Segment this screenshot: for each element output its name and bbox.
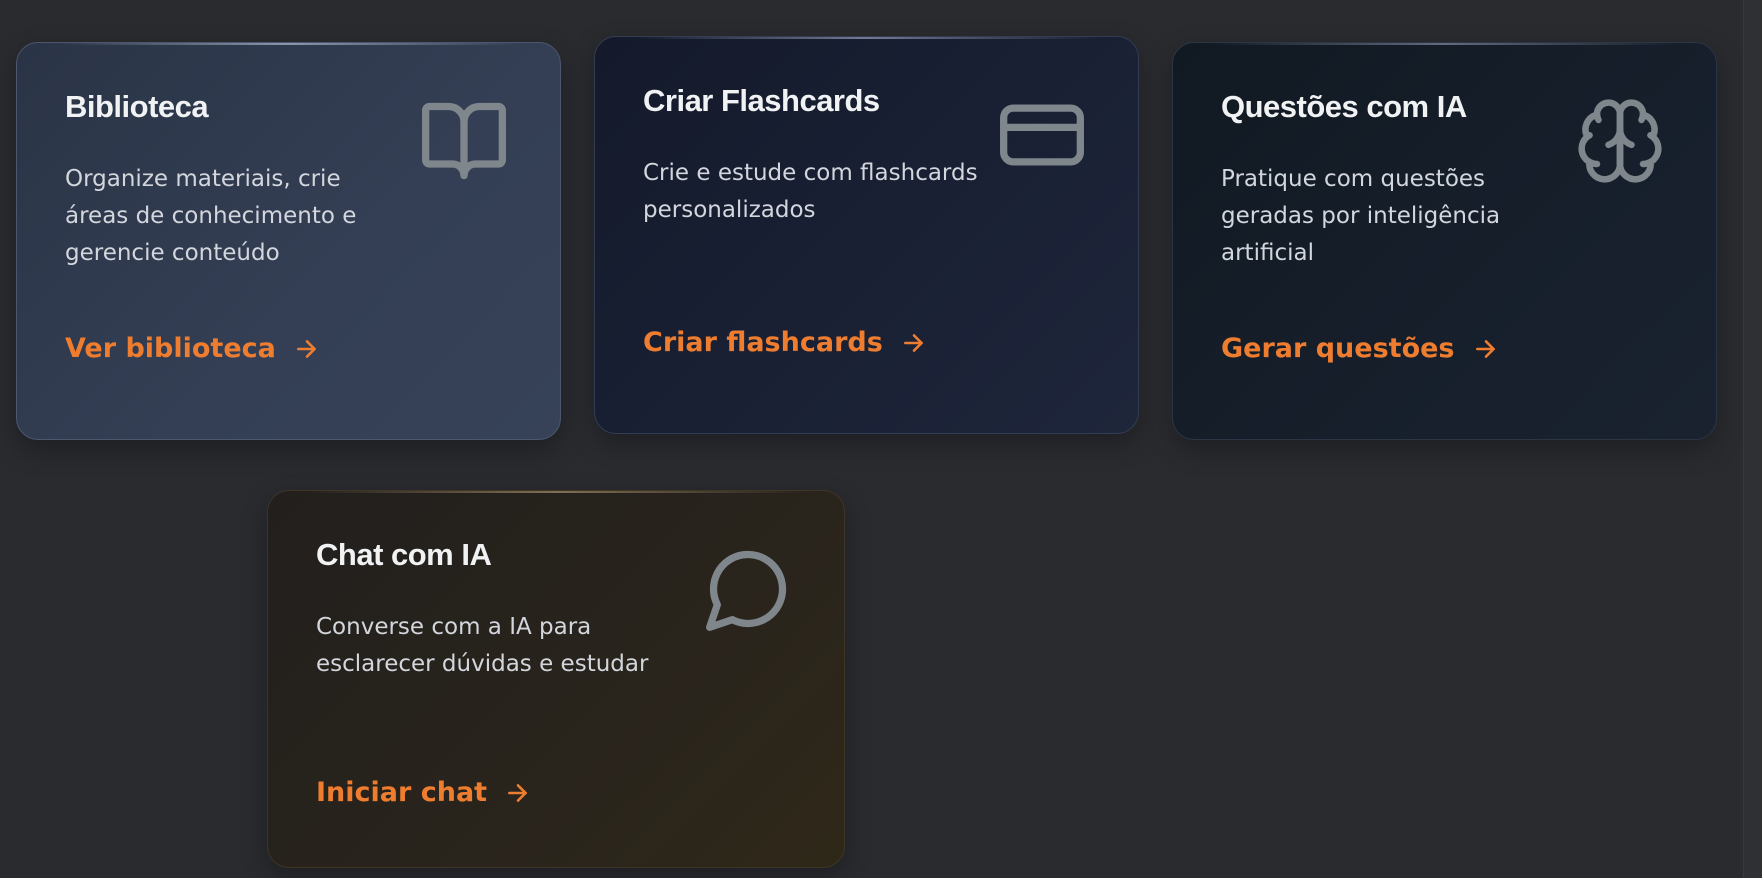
- book-open-icon: [418, 95, 510, 187]
- arrow-right-icon: [508, 783, 527, 802]
- arrow-right-icon: [296, 339, 316, 358]
- generate-questions-link[interactable]: Gerar questões: [1221, 333, 1499, 364]
- dashboard-page: Biblioteca Organize materiais, crie área…: [0, 0, 1762, 878]
- ai-questions-card[interactable]: Questões com IA Pratique com questões ge…: [1172, 42, 1717, 440]
- card-description: Crie e estude com flashcards personaliza…: [643, 160, 978, 223]
- library-card[interactable]: Biblioteca Organize materiais, crie área…: [16, 42, 561, 440]
- card-title: Chat com IA: [316, 537, 492, 572]
- card-action-label: Criar flashcards: [643, 327, 883, 358]
- card-description: Organize materiais, crie áreas de conhec…: [65, 166, 357, 266]
- arrow-right-icon: [903, 333, 923, 352]
- flashcards-card[interactable]: Criar Flashcards Crie e estude com flash…: [594, 36, 1139, 434]
- message-circle-icon: [702, 543, 794, 635]
- brain-icon: [1574, 95, 1666, 187]
- card-action-label: Iniciar chat: [316, 777, 488, 808]
- card-title: Criar Flashcards: [643, 83, 880, 118]
- credit-card-icon: [996, 89, 1088, 181]
- view-library-link[interactable]: Ver biblioteca: [65, 333, 320, 364]
- card-title: Questões com IA: [1221, 89, 1467, 124]
- card-description: Pratique com questões geradas por inteli…: [1221, 166, 1501, 266]
- create-flashcards-link[interactable]: Criar flashcards: [643, 327, 927, 358]
- start-chat-link[interactable]: Iniciar chat: [316, 777, 531, 808]
- card-description: Converse com a IA para esclarecer dúvida…: [316, 614, 649, 677]
- card-title: Biblioteca: [65, 89, 209, 124]
- ai-chat-card[interactable]: Chat com IA Converse com a IA para escla…: [267, 490, 845, 868]
- arrow-right-icon: [1475, 339, 1495, 358]
- card-action-label: Gerar questões: [1221, 333, 1455, 364]
- card-action-label: Ver biblioteca: [65, 333, 276, 364]
- scrollbar-track[interactable]: [1743, 0, 1762, 878]
